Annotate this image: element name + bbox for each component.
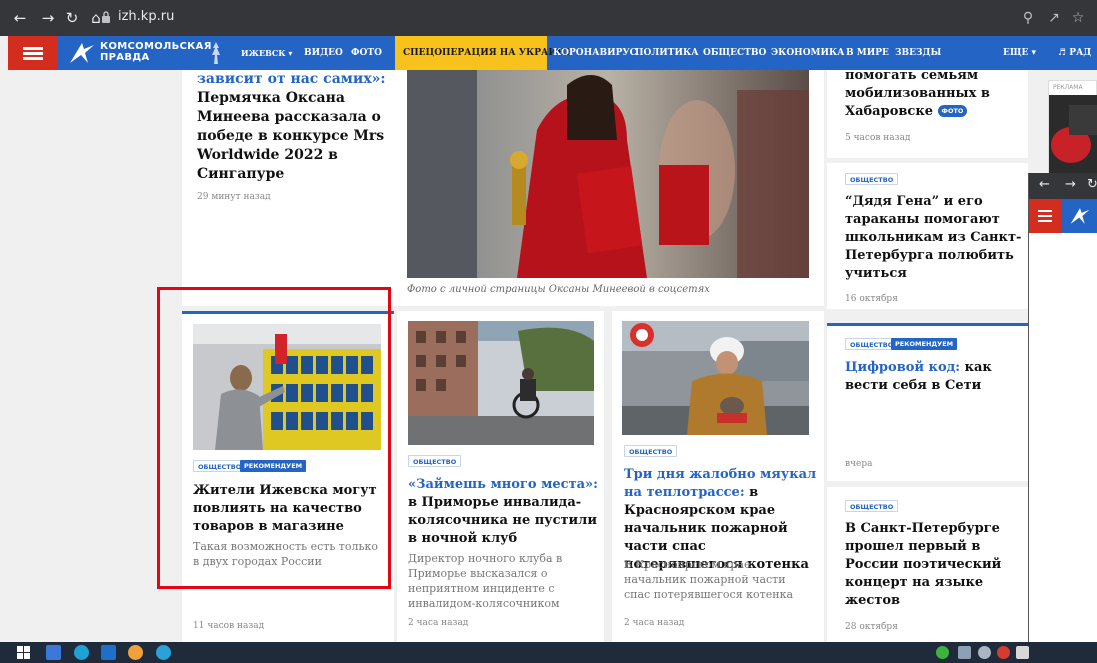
featured-photo[interactable] [407,70,809,278]
logo-line2: ПРАВДА [100,52,150,63]
tag-recommended[interactable]: РЕКОМЕНДУЕМ [891,338,958,350]
club-photo[interactable] [408,321,594,445]
menu-item-world[interactable]: В МИРЕ [846,36,889,70]
share-icon[interactable]: ↗ [1044,8,1064,28]
taskbar [0,642,1097,663]
arrow-left-icon[interactable]: ← [1039,177,1050,192]
club-time: 2 часа назад [408,618,469,628]
club-title[interactable]: «Займешь много места»: в Приморье инвали… [408,476,598,548]
highlight-box [157,287,391,589]
menu-item-politics[interactable]: ПОЛИТИКА [635,36,699,70]
uncle-gena-time: 16 октября [845,294,898,304]
tag-society[interactable]: ОБЩЕСТВО [408,455,462,467]
cyber-time: вчера [845,459,873,469]
photo-badge: ФОТО [937,105,968,117]
reload-icon[interactable]: ↻ [62,8,82,28]
sign-language-title[interactable]: В Санкт-Петербурге прошел первый в Росси… [845,520,1027,610]
khabarovsk-title[interactable]: помогать семьям мобилизованных в Хабаров… [845,70,1025,121]
store-time: 11 часов назад [193,621,265,631]
ad-image[interactable] [1049,95,1097,173]
city-select[interactable]: ИЖЕВСК ▾ [241,36,292,70]
network-icon[interactable] [958,646,971,659]
radio-link[interactable]: ♬ РАД [1058,36,1091,70]
news-card-sign-language[interactable]: ОБЩЕСТВО В Санкт-Петербурге прошел первы… [827,487,1028,642]
menu-icon[interactable] [8,36,58,70]
screen: ← → ↻ ⌂ izh.kp.ru ⚲ ↗ ☆ КОМСОМОЛЬСКАЯ ПР… [0,0,1097,663]
edge-icon[interactable] [74,645,89,660]
arrow-left-icon[interactable]: ← [10,8,30,28]
windows-start-icon[interactable] [16,645,31,660]
logo-plane-icon [70,43,94,63]
file-explorer-icon[interactable] [46,645,61,660]
star-icon[interactable]: ☆ [1068,8,1088,28]
featured-time: 29 минут назад [197,192,271,202]
kitten-subtitle: В Красноярском крае начальник пожарной ч… [624,558,794,601]
menu-item-stars[interactable]: ЗВЕЗДЫ [895,36,941,70]
kitten-photo[interactable] [622,321,809,435]
news-card-khabarovsk[interactable]: помогать семьям мобилизованных в Хабаров… [827,70,1028,158]
menu-item-video[interactable]: ВИДЕО [304,36,343,70]
news-card-cyber[interactable]: ОБЩЕСТВО РЕКОМЕНДУЕМ Цифровой код: как в… [827,323,1028,481]
menu-item-covid[interactable]: КОРОНАВИРУС [553,36,637,70]
menu-icon[interactable] [1029,199,1061,233]
news-card-uncle-gena[interactable]: ОБЩЕСТВО “Дядя Гена” и его тараканы помо… [827,163,1028,309]
site-logo[interactable]: КОМСОМОЛЬСКАЯ ПРАВДА [68,39,228,67]
tag-society[interactable]: ОБЩЕСТВО [845,173,899,185]
shield-icon[interactable] [936,646,949,659]
site-header: КОМСОМОЛЬСКАЯ ПРАВДА ИЖЕВСК ▾ ВИДЕО ФОТО… [8,36,1097,70]
cloud-icon[interactable] [978,646,991,659]
featured-title[interactable]: зависит от нас самих»: Пермячка Оксана Ми… [197,70,387,184]
antivirus-icon[interactable] [997,646,1010,659]
telegram-icon[interactable] [156,645,171,660]
cyber-title[interactable]: Цифровой код: как вести себя в Сети [845,359,1025,395]
featured-photo-card[interactable]: Фото с личной страницы Оксаны Минеевой в… [394,70,824,306]
uncle-gena-title[interactable]: “Дядя Гена” и его тараканы помогают школ… [845,193,1025,283]
club-subtitle: Директор ночного клуба в Приморье высказ… [408,552,563,610]
logo-line1: КОМСОМОЛЬСКАЯ [100,41,212,52]
featured-text-card[interactable]: зависит от нас самих»: Пермячка Оксана Ми… [182,70,394,306]
browser-toolbar: ← → ↻ ⌂ izh.kp.ru ⚲ ↗ ☆ [0,0,1097,36]
sign-language-time: 28 октября [845,622,898,632]
news-card-kitten[interactable]: ОБЩЕСТВО Три дня жалобно мяукал на тепло… [612,311,824,642]
city-emblem-icon [212,42,220,64]
zoom-icon[interactable]: ⚲ [1018,8,1038,28]
menu-item-society[interactable]: ОБЩЕСТВО [703,36,766,70]
mail-icon[interactable] [101,645,116,660]
menu-item-photo[interactable]: ФОТО [351,36,382,70]
keyboard-icon[interactable] [1016,646,1029,659]
second-window-toolbar: ← → ↻ [1029,173,1097,199]
arrow-right-icon[interactable]: → [38,8,58,28]
reload-icon[interactable]: ↻ [1087,177,1097,192]
ad-banner[interactable]: РЕКЛАМА [1048,80,1097,173]
kitten-time: 2 часа назад [624,618,685,628]
chrome-icon[interactable] [128,645,143,660]
tag-society[interactable]: ОБЩЕСТВО [845,500,899,512]
featured-photo-caption: Фото с личной страницы Оксаны Минеевой в… [407,284,710,295]
ad-label: РЕКЛАМА [1053,84,1083,91]
menu-item-special[interactable]: СПЕЦОПЕРАЦИЯ НА УКРАИНЕ [395,36,572,70]
menu-item-economy[interactable]: ЭКОНОМИКА [771,36,845,70]
logo-plane-icon [1070,208,1090,224]
tag-society[interactable]: ОБЩЕСТВО [624,445,678,457]
khabarovsk-time: 5 часов назад [845,133,911,143]
lock-icon [102,11,110,23]
arrow-right-icon[interactable]: → [1065,177,1076,192]
address-bar[interactable]: izh.kp.ru [118,9,174,24]
more-menu[interactable]: ЕЩЕ ▾ [1003,36,1036,70]
second-window-header [1029,199,1097,233]
second-browser-window[interactable]: ← → ↻ [1028,173,1097,642]
news-card-club[interactable]: ОБЩЕСТВО «Займешь много места»: в Примор… [397,311,604,642]
